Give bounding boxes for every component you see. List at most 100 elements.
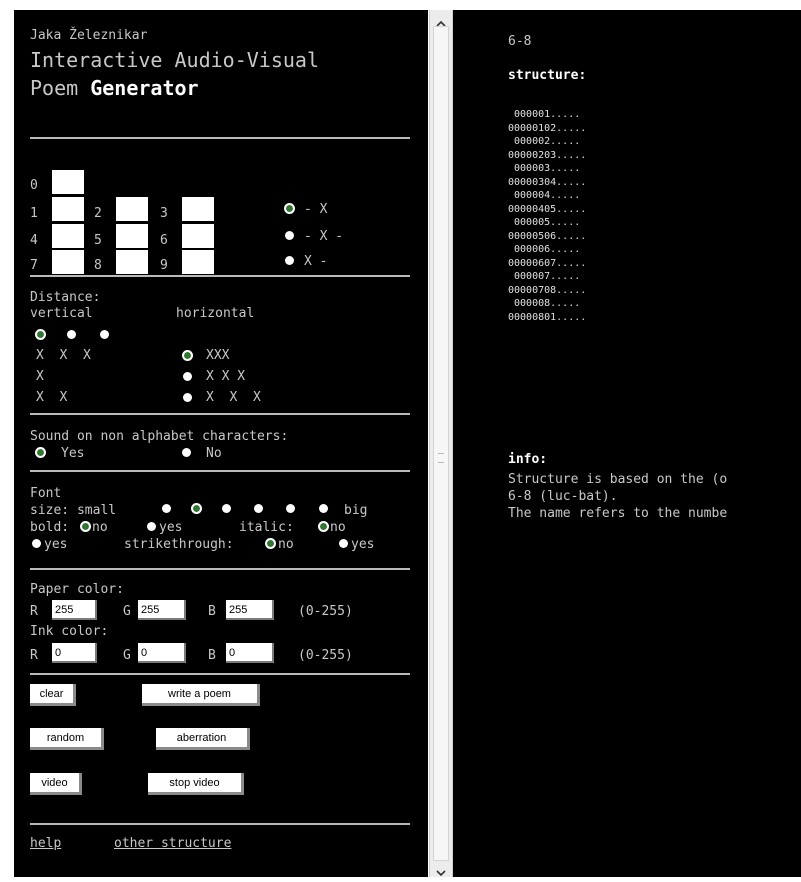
info-line-2: 6-8 (luc-bat). [508,489,618,504]
ink-b-label: B [208,648,216,663]
structure-line: 000002..... [508,136,581,147]
grid-box-0[interactable] [52,170,84,194]
random-button[interactable]: random [30,728,104,750]
grid-label-4: 4 [30,233,38,248]
divider [30,275,410,277]
grid-box-4[interactable] [52,224,84,248]
distance-label: Distance: [30,290,101,305]
pattern-label-3: X - [304,254,328,269]
ink-g-input[interactable]: 0 [138,643,186,663]
sound-no-radio[interactable] [182,448,191,457]
grid-box-3[interactable] [182,197,214,221]
vertical-pattern-2: X [36,369,44,384]
clear-button[interactable]: clear [30,684,76,706]
vertical-radio-1[interactable] [35,329,46,340]
italic-yes-label: yes [44,537,68,552]
horizontal-label-3: X X X [206,390,261,405]
info-line-1: Structure is based on the (o [508,472,728,487]
font-size-radio-3[interactable] [222,504,231,513]
structure-line: 000001..... [508,109,581,120]
structure-line: 000008..... [508,298,581,309]
video-button[interactable]: video [30,773,82,795]
help-link[interactable]: help [30,836,61,852]
other-structure-link[interactable]: other structure [114,836,231,852]
font-size-radio-2[interactable] [191,503,202,514]
paper-r-input[interactable]: 255 [52,600,97,620]
structure-line: 00000607..... [508,257,587,269]
sound-yes-radio[interactable] [35,447,46,458]
font-size-radio-6[interactable] [319,504,328,513]
ink-color-label: Ink color: [30,624,109,639]
structure-list: 000001..... 00000102..... 000002..... 0000… [508,108,586,324]
font-size-label: size: small [30,503,117,518]
bold-no-radio[interactable] [80,521,91,532]
italic-no-radio[interactable] [318,521,329,532]
divider [30,413,410,415]
vertical-pattern-1: X X X [36,348,91,363]
font-size-radio-5[interactable] [286,504,295,513]
aberration-button[interactable]: aberration [156,728,250,750]
grid-box-6[interactable] [182,224,214,248]
italic-yes-radio[interactable] [32,539,41,548]
info-heading: info: [508,452,548,467]
write-poem-button[interactable]: write a poem [142,684,260,706]
paper-r-label: R [30,604,38,619]
structure-line: 00000304..... [508,176,587,188]
paper-b-label: B [208,604,216,619]
grid-box-9[interactable] [182,250,214,274]
paper-b-input[interactable]: 255 [226,600,274,620]
scroll-down-icon[interactable] [436,863,446,877]
vertical-label: vertical [30,306,93,321]
vertical-radio-2[interactable] [67,330,76,339]
structure-code: 6-8 [508,34,532,49]
vertical-radio-3[interactable] [100,330,109,339]
grid-box-1[interactable] [52,197,84,221]
structure-line: 00000506..... [508,230,587,242]
grid-label-8: 8 [94,258,102,273]
scroll-up-icon[interactable] [436,14,446,27]
structure-line: 00000203..... [508,149,587,161]
grid-label-1: 1 [30,206,38,221]
vertical-scrollbar[interactable] [429,10,453,877]
sound-yes-label: Yes [61,446,85,461]
strikethrough-yes-radio[interactable] [339,539,348,548]
horizontal-radio-1[interactable] [182,350,193,361]
horizontal-radio-2[interactable] [183,372,192,381]
bold-yes-radio[interactable] [147,522,156,531]
divider [30,568,410,570]
grid-label-7: 7 [30,258,38,273]
horizontal-radio-3[interactable] [183,393,192,402]
divider [30,470,410,472]
horizontal-label-2: X X X [206,369,246,384]
italic-no-label: no [330,520,346,535]
divider [30,137,410,139]
structure-line: 000006..... [508,244,581,255]
font-size-end-label: big [344,503,368,518]
grid-box-8[interactable] [116,250,148,274]
ink-b-input[interactable]: 0 [226,643,274,663]
scroll-thumb[interactable] [433,26,449,861]
grid-box-7[interactable] [52,250,84,274]
bold-no-label: no [92,520,108,535]
structure-line: 000003..... [508,163,581,174]
grid-box-2[interactable] [116,197,148,221]
bold-yes-label: yes [159,520,183,535]
structure-line: 000005..... [508,217,581,228]
ink-r-input[interactable]: 0 [52,643,97,663]
grid-label-0: 0 [30,178,38,193]
font-size-radio-1[interactable] [162,504,171,513]
strikethrough-no-radio[interactable] [265,538,276,549]
structure-heading: structure: [508,68,587,83]
paper-range-label: (0-255) [298,604,353,619]
font-size-radio-4[interactable] [254,504,263,513]
grid-box-5[interactable] [116,224,148,248]
pattern-radio-2[interactable] [285,231,294,240]
horizontal-label: horizontal [176,306,255,321]
thumb-grip-icon [438,453,444,463]
pattern-radio-3[interactable] [285,256,294,265]
stop-video-button[interactable]: stop video [148,773,244,795]
pattern-radio-1[interactable] [284,203,295,214]
control-panel: Jaka Železnikar Interactive Audio-Visual… [14,10,428,877]
structure-line: 00000801..... [508,311,587,323]
paper-g-input[interactable]: 255 [138,600,186,620]
